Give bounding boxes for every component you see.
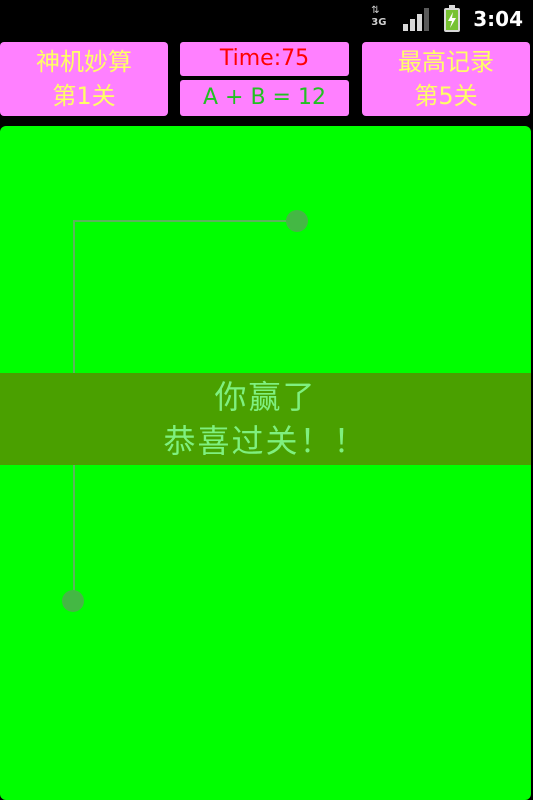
congrats-message: 恭喜过关！！: [163, 422, 368, 460]
best-level: 第5关: [414, 82, 478, 110]
path-endpoint-top: [286, 210, 308, 232]
signal-strength-icon: [403, 8, 430, 31]
battery-charging-icon: [444, 5, 461, 32]
best-record-panel: 最高记录 第5关: [362, 42, 530, 116]
game-title: 神机妙算: [36, 48, 132, 76]
best-record-label: 最高记录: [398, 48, 494, 76]
network-type: 3G: [371, 17, 387, 28]
transfer-arrows-icon: ⇅: [371, 5, 380, 16]
win-banner: 你赢了 恭喜过关！！: [0, 373, 531, 465]
game-board[interactable]: 你赢了 恭喜过关！！: [0, 126, 531, 800]
win-message: 你赢了: [214, 378, 317, 416]
status-bar: ⇅ 3G 3:04: [0, 0, 533, 38]
data-transfer-icon: ⇅ 3G: [371, 6, 389, 32]
level-panel: 神机妙算 第1关: [0, 42, 168, 116]
status-time: 3:04: [473, 7, 523, 31]
equation-display: A + B = 12: [180, 80, 349, 116]
game-hud: 神机妙算 第1关 Time:75 A + B = 12 最高记录 第5关: [0, 38, 533, 124]
timer-display: Time:75: [180, 42, 349, 76]
path-endpoint-bottom: [62, 590, 84, 612]
current-level: 第1关: [52, 82, 116, 110]
status-icons: ⇅ 3G 3:04: [371, 0, 523, 38]
